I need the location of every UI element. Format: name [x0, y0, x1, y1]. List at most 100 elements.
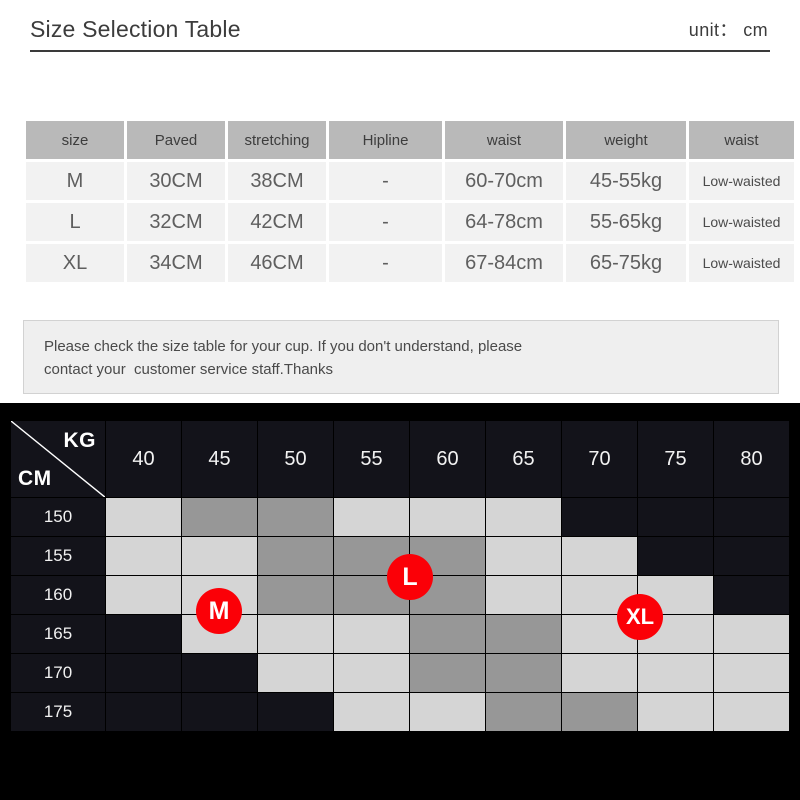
col-header-stretching: stretching — [228, 121, 326, 159]
cell-hipline: - — [329, 244, 442, 282]
spec-table-header-row: size Paved stretching Hipline waist weig… — [26, 121, 794, 159]
cell-size: L — [26, 203, 124, 241]
heatmap-cell — [409, 497, 486, 537]
cell-hipline: - — [329, 162, 442, 200]
heatmap-cell — [333, 653, 410, 693]
heatmap-cell — [333, 692, 410, 732]
heatmap-cell — [257, 614, 334, 654]
cm-row-header: 155 — [10, 536, 106, 576]
note-box: Please check the size table for your cup… — [23, 320, 779, 394]
cell-stretching: 46CM — [228, 244, 326, 282]
heatmap-row: 170 — [10, 653, 790, 693]
cell-waist-type: Low-waisted — [689, 203, 794, 241]
col-header-hipline: Hipline — [329, 121, 442, 159]
cell-paved: 30CM — [127, 162, 225, 200]
col-header-waist-2: waist — [689, 121, 794, 159]
cm-row-header: 160 — [10, 575, 106, 615]
heatmap-cell — [561, 497, 638, 537]
kg-column-header: 50 — [257, 420, 334, 498]
page-title: Size Selection Table — [30, 15, 241, 42]
heatmap-cell — [485, 575, 562, 615]
heatmap-cell — [561, 653, 638, 693]
size-marker-xl: XL — [617, 594, 663, 640]
cell-weight: 55-65kg — [566, 203, 686, 241]
heatmap-cell — [333, 497, 410, 537]
heatmap-cell — [181, 536, 258, 576]
heatmap-cell — [485, 692, 562, 732]
cell-size: M — [26, 162, 124, 200]
cell-waist-type: Low-waisted — [689, 162, 794, 200]
cell-paved: 32CM — [127, 203, 225, 241]
heatmap-cell — [257, 536, 334, 576]
heatmap-cell — [713, 692, 790, 732]
size-marker-m: M — [196, 588, 242, 634]
cell-size: XL — [26, 244, 124, 282]
col-header-size: size — [26, 121, 124, 159]
heatmap-cell — [181, 692, 258, 732]
heatmap-cell — [105, 653, 182, 693]
spec-table: size Paved stretching Hipline waist weig… — [23, 118, 797, 285]
heatmap-cell — [409, 614, 486, 654]
heatmap-body: 150 155 160 165 170 175 — [10, 497, 790, 732]
heatmap-cell — [409, 692, 486, 732]
heatmap-cell — [713, 536, 790, 576]
heatmap-cell — [485, 536, 562, 576]
heatmap-cell — [181, 497, 258, 537]
cell-paved: 34CM — [127, 244, 225, 282]
table-row: XL 34CM 46CM - 67-84cm 65-75kg Low-waist… — [26, 244, 794, 282]
unit-label: unit： cm — [688, 20, 768, 40]
heatmap-row: 150 — [10, 497, 790, 537]
cell-stretching: 42CM — [228, 203, 326, 241]
kg-column-header: 70 — [561, 420, 638, 498]
cm-row-header: 175 — [10, 692, 106, 732]
kg-column-header: 40 — [105, 420, 182, 498]
note-line-1: Please check the size table for your cup… — [44, 338, 523, 355]
kg-column-header: 60 — [409, 420, 486, 498]
heatmap-cell — [257, 692, 334, 732]
table-row: L 32CM 42CM - 64-78cm 55-65kg Low-waiste… — [26, 203, 794, 241]
heatmap-cell — [713, 653, 790, 693]
heatmap-cell — [257, 653, 334, 693]
col-header-waist: waist — [445, 121, 563, 159]
kg-column-header: 65 — [485, 420, 562, 498]
heatmap-cell — [485, 497, 562, 537]
kg-column-header: 75 — [637, 420, 714, 498]
kg-column-header: 45 — [181, 420, 258, 498]
cell-waist: 64-78cm — [445, 203, 563, 241]
axis-corner-cell: KG CM — [10, 420, 106, 498]
heatmap-cell — [257, 497, 334, 537]
size-marker-l: L — [387, 554, 433, 600]
cell-waist-type: Low-waisted — [689, 244, 794, 282]
heatmap-cell — [333, 614, 410, 654]
size-selection-page: Size Selection Table unit： cm size Paved… — [0, 0, 800, 800]
heatmap-cell — [105, 614, 182, 654]
kg-column-header: 80 — [713, 420, 790, 498]
heatmap-cell — [257, 575, 334, 615]
heatmap-cell — [713, 575, 790, 615]
heatmap-cell — [637, 653, 714, 693]
cell-weight: 45-55kg — [566, 162, 686, 200]
heatmap-cell — [105, 497, 182, 537]
heatmap-cell — [105, 692, 182, 732]
col-header-weight: weight — [566, 121, 686, 159]
cell-weight: 65-75kg — [566, 244, 686, 282]
heatmap-cell — [637, 536, 714, 576]
heatmap-cell — [561, 536, 638, 576]
heatmap-cell — [713, 497, 790, 537]
cell-waist: 67-84cm — [445, 244, 563, 282]
heatmap-row: 175 — [10, 692, 790, 732]
heatmap-row: 165 — [10, 614, 790, 654]
heatmap-header-row: KG CM 40 45 50 55 60 65 70 75 80 — [10, 420, 790, 498]
heatmap-cell — [105, 536, 182, 576]
cm-row-header: 150 — [10, 497, 106, 537]
kg-column-header: 55 — [333, 420, 410, 498]
col-header-paved: Paved — [127, 121, 225, 159]
heatmap-cell — [485, 614, 562, 654]
cell-stretching: 38CM — [228, 162, 326, 200]
cm-row-header: 165 — [10, 614, 106, 654]
heatmap-cell — [561, 692, 638, 732]
page-header: Size Selection Table unit： cm — [30, 8, 770, 52]
note-line-2: contact your customer service staff.Than… — [44, 361, 334, 379]
cm-row-header: 170 — [10, 653, 106, 693]
heatmap-cell — [105, 575, 182, 615]
